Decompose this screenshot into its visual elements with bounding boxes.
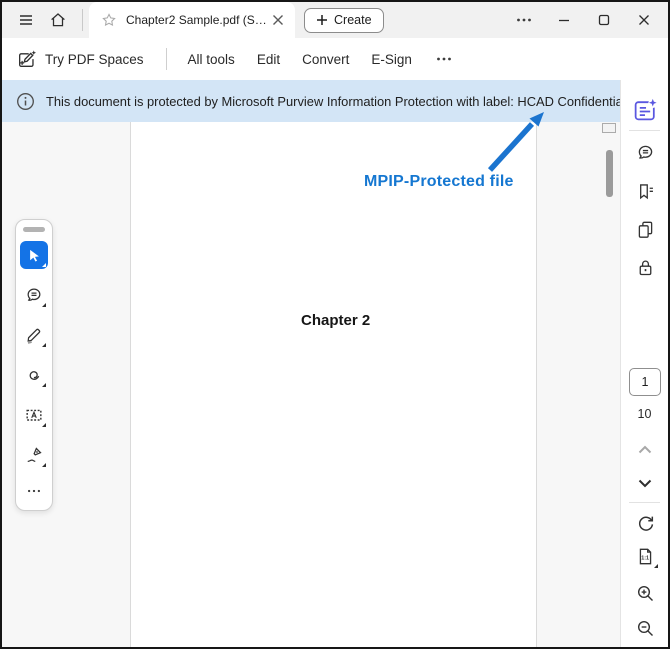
quick-tools-toolbar bbox=[15, 219, 53, 511]
page-number-input[interactable]: 1 bbox=[629, 368, 661, 396]
zoom-in-icon[interactable] bbox=[631, 579, 659, 607]
select-tool-button[interactable] bbox=[20, 241, 48, 269]
scrollbar-top-button[interactable] bbox=[602, 123, 616, 133]
signature-pen-icon bbox=[24, 445, 44, 465]
acrobat-window: Chapter2 Sample.pdf (S… Create Try PDF S… bbox=[0, 0, 670, 649]
protection-lock-icon[interactable] bbox=[631, 253, 659, 281]
draw-loop-icon bbox=[24, 365, 44, 385]
bookmarks-panel-icon[interactable] bbox=[631, 177, 659, 205]
home-icon[interactable] bbox=[44, 6, 72, 34]
highlight-tool-button[interactable] bbox=[20, 321, 48, 349]
minimize-icon[interactable] bbox=[544, 4, 584, 36]
pdf-spaces-icon bbox=[16, 49, 37, 70]
close-window-icon[interactable] bbox=[624, 4, 664, 36]
comment-tool-button[interactable] bbox=[20, 281, 48, 309]
page-thumbnails-icon[interactable] bbox=[631, 215, 659, 243]
highlighter-icon bbox=[24, 325, 44, 345]
document-tab[interactable]: Chapter2 Sample.pdf (S… bbox=[89, 2, 295, 38]
total-pages: 10 bbox=[637, 407, 652, 421]
page-up-icon[interactable] bbox=[631, 436, 659, 464]
divider bbox=[629, 130, 660, 131]
fit-page-label: 1:1 bbox=[641, 555, 649, 561]
comments-panel-icon[interactable] bbox=[631, 138, 659, 166]
more-options-icon[interactable] bbox=[504, 4, 544, 36]
fill-sign-tool-button[interactable] bbox=[20, 441, 48, 469]
try-pdf-spaces-label: Try PDF Spaces bbox=[45, 51, 144, 67]
divider bbox=[165, 48, 167, 70]
chapter-heading: Chapter 2 bbox=[301, 312, 371, 329]
toolbar-more-icon[interactable] bbox=[427, 44, 461, 74]
esign-button[interactable]: E-Sign bbox=[360, 44, 423, 74]
scrollbar-thumb[interactable] bbox=[606, 150, 613, 197]
all-tools-button[interactable]: All tools bbox=[177, 44, 246, 74]
edit-button[interactable]: Edit bbox=[246, 44, 291, 74]
drag-handle[interactable] bbox=[23, 227, 45, 232]
more-tools-icon[interactable] bbox=[20, 481, 48, 501]
try-pdf-spaces-button[interactable]: Try PDF Spaces bbox=[16, 49, 144, 70]
draw-tool-button[interactable] bbox=[20, 361, 48, 389]
annotation-arrow bbox=[487, 112, 544, 172]
hamburger-menu-icon[interactable] bbox=[12, 6, 40, 34]
star-icon[interactable] bbox=[101, 12, 117, 28]
divider bbox=[82, 9, 83, 31]
divider bbox=[629, 502, 660, 503]
right-sidebar: 1 10 1:1 bbox=[620, 80, 668, 647]
rotate-icon[interactable] bbox=[631, 509, 659, 537]
comment-icon bbox=[24, 285, 44, 305]
info-icon bbox=[16, 92, 35, 111]
close-tab-icon[interactable] bbox=[267, 9, 289, 31]
text-box-tool-button[interactable] bbox=[20, 401, 48, 429]
convert-button[interactable]: Convert bbox=[291, 44, 360, 74]
zoom-out-icon[interactable] bbox=[631, 614, 659, 642]
text-box-icon bbox=[24, 405, 44, 425]
fit-page-icon[interactable]: 1:1 bbox=[631, 542, 659, 570]
current-page: 1 bbox=[641, 375, 649, 389]
cursor-icon bbox=[27, 248, 42, 263]
tab-bar: Chapter2 Sample.pdf (S… Create bbox=[2, 2, 668, 38]
page-down-icon[interactable] bbox=[631, 469, 659, 497]
tab-title: Chapter2 Sample.pdf (S… bbox=[126, 13, 267, 27]
maximize-icon[interactable] bbox=[584, 4, 624, 36]
main-toolbar: Try PDF Spaces All tools Edit Convert E-… bbox=[2, 38, 620, 80]
pdf-page: Chapter 2 bbox=[130, 122, 537, 647]
ai-assistant-icon[interactable] bbox=[631, 96, 659, 124]
create-button-label: Create bbox=[334, 13, 372, 27]
plus-icon bbox=[316, 14, 328, 26]
document-viewport[interactable]: Chapter 2 MPIP-Protected file bbox=[2, 122, 620, 647]
create-button[interactable]: Create bbox=[304, 7, 384, 33]
